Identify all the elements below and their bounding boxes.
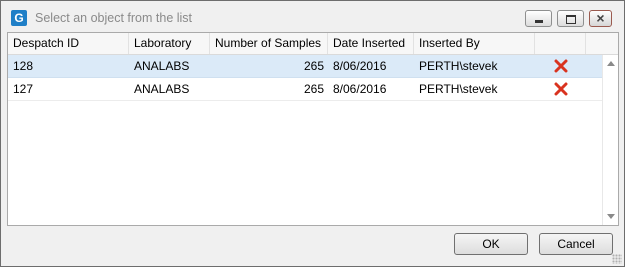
close-icon: × bbox=[596, 10, 605, 26]
maximize-button[interactable] bbox=[557, 10, 584, 27]
table-row[interactable]: 128 ANALABS 265 8/06/2016 PERTH\stevek bbox=[8, 55, 604, 78]
cancel-button[interactable]: Cancel bbox=[539, 233, 613, 255]
cell-inserted-by: PERTH\stevek bbox=[419, 82, 498, 96]
cell-despatch-id: 127 bbox=[13, 82, 34, 96]
window-title: Select an object from the list bbox=[35, 11, 193, 25]
object-list-grid: Despatch ID Laboratory Number of Samples… bbox=[7, 32, 619, 226]
resize-grip-icon[interactable] bbox=[612, 254, 622, 264]
delete-icon[interactable] bbox=[554, 82, 568, 96]
dialog-window: G Select an object from the list × Despa… bbox=[0, 0, 625, 267]
minimize-icon bbox=[535, 20, 543, 23]
vertical-scrollbar[interactable] bbox=[602, 55, 618, 225]
column-header-inserted-by[interactable]: Inserted By bbox=[414, 33, 535, 54]
close-button[interactable]: × bbox=[589, 10, 612, 27]
cell-laboratory: ANALABS bbox=[134, 82, 190, 96]
scroll-down-arrow-icon[interactable] bbox=[607, 214, 615, 219]
table-row[interactable]: 127 ANALABS 265 8/06/2016 PERTH\stevek bbox=[8, 78, 604, 101]
column-header-laboratory[interactable]: Laboratory bbox=[129, 33, 210, 54]
delete-icon[interactable] bbox=[554, 59, 568, 73]
column-header-number-of-samples[interactable]: Number of Samples bbox=[210, 33, 328, 54]
app-logo-icon: G bbox=[11, 10, 27, 26]
cell-laboratory: ANALABS bbox=[134, 59, 190, 73]
cell-inserted-by: PERTH\stevek bbox=[419, 59, 498, 73]
cell-number-of-samples: 265 bbox=[303, 59, 324, 73]
column-header-date-inserted[interactable]: Date Inserted bbox=[328, 33, 414, 54]
cell-date-inserted: 8/06/2016 bbox=[333, 59, 387, 73]
ok-button[interactable]: OK bbox=[454, 233, 528, 255]
grid-header: Despatch ID Laboratory Number of Samples… bbox=[8, 33, 618, 55]
title-bar[interactable]: G Select an object from the list × bbox=[1, 1, 624, 32]
column-header-despatch-id[interactable]: Despatch ID bbox=[8, 33, 129, 54]
column-header-delete bbox=[535, 33, 586, 54]
cell-date-inserted: 8/06/2016 bbox=[333, 82, 387, 96]
cell-despatch-id: 128 bbox=[13, 59, 34, 73]
cell-number-of-samples: 265 bbox=[303, 82, 324, 96]
maximize-icon bbox=[566, 15, 576, 24]
minimize-button[interactable] bbox=[525, 10, 552, 27]
column-header-filler bbox=[586, 33, 618, 54]
scroll-up-arrow-icon[interactable] bbox=[607, 61, 615, 66]
